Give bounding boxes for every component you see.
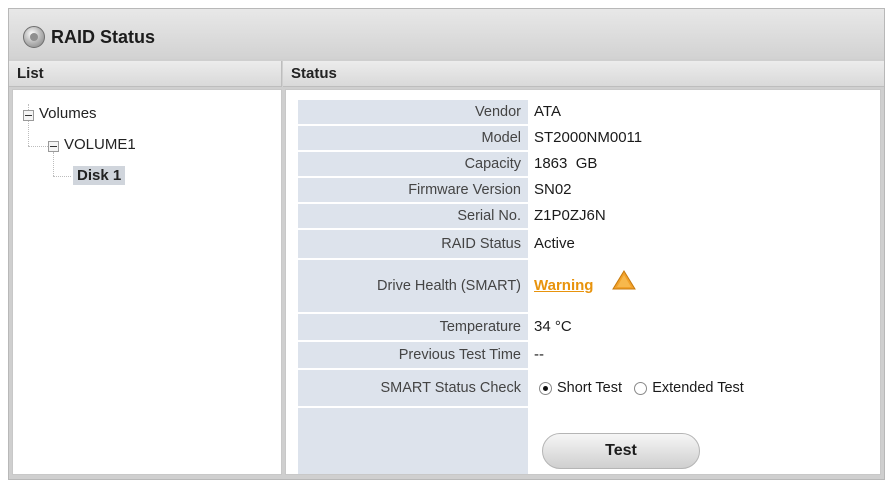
status-row-serial: Serial No. Z1P0ZJ6N: [298, 204, 868, 228]
status-row-previous-test: Previous Test Time --: [298, 342, 868, 368]
disk-icon: [23, 26, 45, 48]
model-value: ST2000NM0011: [534, 129, 643, 146]
tree-connector: [28, 146, 48, 147]
tree-node-disk1[interactable]: Disk 1: [73, 166, 126, 185]
vendor-label: Vendor: [298, 100, 528, 124]
tree-node-volumes[interactable]: Volumes: [39, 105, 97, 122]
label-column-filler: [298, 408, 528, 474]
status-row-raid: RAID Status Active: [298, 230, 868, 258]
collapse-toggle-icon[interactable]: [23, 110, 34, 121]
raid-status-value: Active: [534, 235, 575, 252]
status-row-firmware: Firmware Version SN02: [298, 178, 868, 202]
firmware-label: Firmware Version: [298, 178, 528, 202]
title-bar: RAID Status: [9, 9, 884, 59]
warning-link[interactable]: Warning: [534, 277, 593, 294]
serial-value: Z1P0ZJ6N: [534, 207, 606, 224]
firmware-value: SN02: [534, 181, 572, 198]
collapse-toggle-icon[interactable]: [48, 141, 59, 152]
extended-test-radio[interactable]: [634, 381, 648, 395]
tree-connector: [53, 152, 54, 176]
status-row-temperature: Temperature 34 °C: [298, 314, 868, 340]
temperature-value: 34 °C: [534, 318, 572, 335]
status-header: Status: [283, 61, 884, 87]
drive-health-label: Drive Health (SMART): [298, 260, 528, 312]
warning-triangle-icon: [611, 260, 636, 312]
previous-test-label: Previous Test Time: [298, 342, 528, 368]
raid-status-window: RAID Status List Status Volumes VOLUME1 …: [8, 8, 885, 480]
temperature-label: Temperature: [298, 314, 528, 340]
short-test-radio[interactable]: [539, 381, 552, 395]
capacity-value: 1863 GB: [534, 155, 598, 172]
model-label: Model: [298, 126, 528, 150]
status-row-drive-health: Drive Health (SMART) Warning: [298, 260, 868, 312]
tree-connector: [53, 176, 71, 177]
status-row-model: Model ST2000NM0011: [298, 126, 868, 150]
previous-test-value: --: [534, 346, 544, 363]
volume-tree-panel: Volumes VOLUME1 Disk 1: [12, 89, 282, 475]
vendor-value: ATA: [534, 103, 561, 120]
status-row-capacity: Capacity 1863 GB: [298, 152, 868, 176]
smart-check-label: SMART Status Check: [298, 370, 528, 406]
drive-health-value: Warning: [534, 260, 636, 312]
smart-test-options: Short Test Extended Test: [539, 370, 752, 406]
status-panel: Vendor ATA Model ST2000NM0011 Capacity 1…: [285, 89, 881, 475]
tree-node-volume1[interactable]: VOLUME1: [64, 136, 136, 153]
list-header: List: [9, 61, 282, 87]
extended-test-label[interactable]: Extended Test: [652, 380, 744, 396]
serial-label: Serial No.: [298, 204, 528, 228]
window-title: RAID Status: [51, 27, 156, 47]
status-row-vendor: Vendor ATA: [298, 100, 868, 124]
test-button[interactable]: Test: [542, 433, 700, 469]
status-row-smart-check: SMART Status Check Short Test Extended T…: [298, 370, 868, 406]
raid-status-label: RAID Status: [298, 230, 528, 258]
short-test-label[interactable]: Short Test: [557, 380, 622, 396]
capacity-label: Capacity: [298, 152, 528, 176]
